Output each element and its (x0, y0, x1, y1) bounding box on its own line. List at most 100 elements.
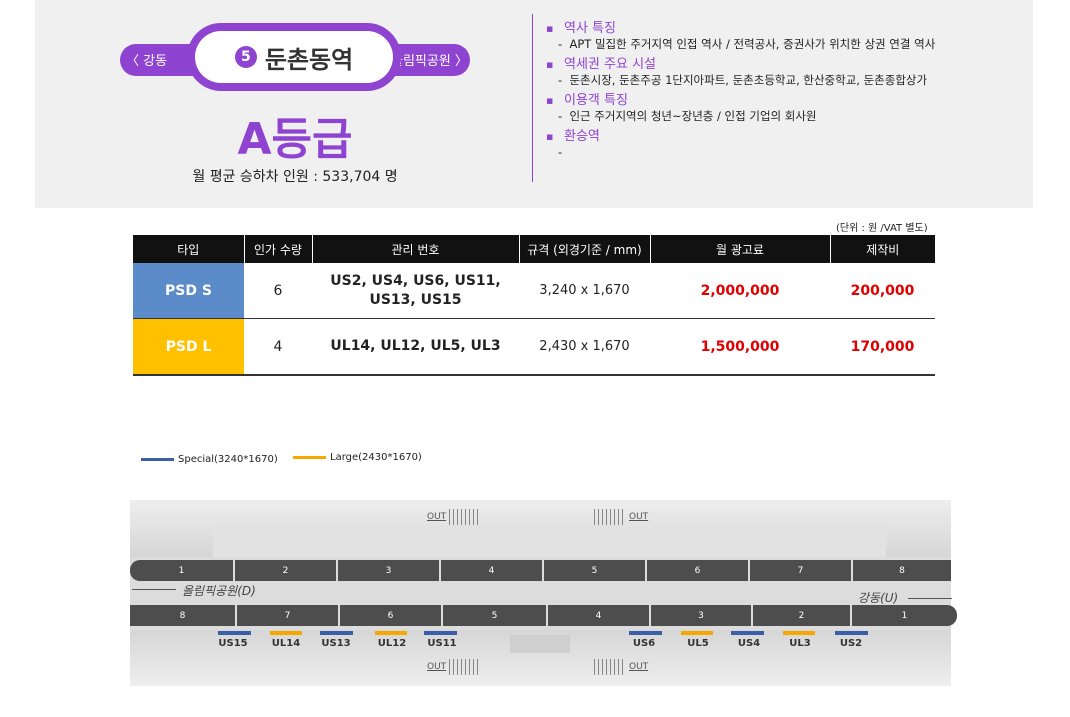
type-cell: PSD S (133, 263, 244, 319)
table-row: PSD L 4 UL14, UL12, UL5, UL3 2,430 x 1,6… (133, 318, 935, 376)
feature-title: 환승역 (564, 129, 600, 144)
col-header-count: 인가 수량 (244, 235, 313, 263)
psd-marker[interactable] (681, 631, 713, 635)
feature-title: 이용객 특징 (564, 93, 628, 108)
exit-bottom-right: OUT (594, 659, 651, 675)
psd-label: US11 (427, 638, 457, 649)
car-top-8: 8 (853, 560, 951, 581)
upper-concourse (213, 526, 886, 557)
psd-label: UL14 (271, 638, 301, 649)
direction-right-label: 강동(U) (858, 591, 899, 605)
bullet-icon: ▪ (546, 22, 554, 35)
bullet-icon: ▪ (546, 130, 554, 143)
exit-top-left: OUT (424, 509, 482, 525)
stairs-icon (594, 509, 626, 525)
arrow-left-icon (132, 589, 176, 590)
count-cell: 4 (244, 318, 312, 376)
psd-marker[interactable] (270, 631, 302, 635)
exit-label: OUT (427, 512, 447, 522)
psd-marker[interactable] (424, 631, 457, 635)
codes-line: US13, US15 (369, 291, 462, 308)
psd-label: US15 (218, 638, 248, 649)
station-name: 둔촌동역 (264, 45, 354, 74)
car-top-5: 5 (544, 560, 645, 581)
table-row: PSD S 6 US2, US4, US6, US11, US13, US15 … (133, 263, 935, 319)
feature-station: ▪ 역사 특징 - APT 밀집한 주거지역 인접 역사 / 전력공사, 증권사가… (546, 20, 1016, 52)
feature-desc: 둔촌시장, 둔촌주공 1단지아파트, 둔촌초등학교, 한산중학교, 둔촌종합상가 (569, 73, 928, 87)
car-top-1: 1 (130, 560, 233, 581)
ridership-label: 월 평균 승하차 인원 : (192, 169, 318, 185)
psd-marker[interactable] (835, 631, 868, 635)
exit-label: OUT (629, 512, 649, 522)
dash-icon: - (558, 145, 563, 159)
car-bottom-2: 2 (753, 605, 850, 626)
legend-swatch-special (141, 458, 174, 461)
stairs-icon (449, 659, 482, 675)
psd-marker[interactable] (629, 631, 662, 635)
pricing-table: 타입 인가 수량 관리 번호 규격 (외경기준 / mm) 월 광고료 제작비 … (133, 235, 935, 376)
bullet-icon: ▪ (546, 94, 554, 107)
car-top-6: 6 (647, 560, 748, 581)
feature-passengers: ▪ 이용객 특징 - 인근 주거지역의 청년~장년층 / 인접 기업의 회사원 (546, 92, 1016, 124)
dash-icon: - (558, 73, 563, 87)
dash-icon: - (558, 109, 563, 123)
exit-label: OUT (427, 662, 447, 672)
feature-transfer: ▪ 환승역 - (546, 128, 1016, 160)
exit-bottom-left: OUT (424, 659, 482, 675)
psd-marker[interactable] (218, 631, 251, 635)
fee-cell: 2,000,000 (650, 263, 830, 319)
psd-marker[interactable] (320, 631, 353, 635)
exit-label: OUT (629, 662, 649, 672)
psd-label: US2 (839, 638, 863, 649)
feature-facilities: ▪ 역세권 주요 시설 - 둔촌시장, 둔촌주공 1단지아파트, 둔촌초등학교, … (546, 56, 1016, 88)
legend-special: Special(3240*1670) (141, 454, 278, 465)
count-cell: 6 (244, 263, 312, 319)
bullet-icon: ▪ (546, 58, 554, 71)
legend-swatch-large (293, 456, 326, 459)
ridership-text: 월 평균 승하차 인원 : 533,704 명 (150, 166, 440, 186)
psd-marker[interactable] (731, 631, 764, 635)
feature-desc: APT 밀집한 주거지역 인접 역사 / 전력공사, 증권사가 위치한 상권 연… (569, 37, 936, 51)
legend-label: Large(2430*1670) (330, 452, 422, 463)
car-bottom-1: 1 (852, 605, 957, 626)
car-bottom-7: 7 (237, 605, 338, 626)
production-cell: 200,000 (830, 263, 935, 319)
station-grade: A등급 (237, 114, 353, 165)
col-header-production: 제작비 (830, 235, 935, 263)
table-header-row: 타입 인가 수량 관리 번호 규격 (외경기준 / mm) 월 광고료 제작비 (133, 235, 935, 263)
direction-left-label: 올림픽공원(D) (182, 584, 256, 598)
spec-cell: 2,430 x 1,670 (519, 318, 650, 376)
dash-icon: - (558, 37, 563, 51)
car-top-3: 3 (338, 560, 439, 581)
lower-gap (510, 635, 570, 653)
col-header-type: 타입 (133, 235, 245, 263)
exit-top-right: OUT (594, 509, 651, 525)
car-bottom-5: 5 (443, 605, 546, 626)
prev-station-label[interactable]: 〈 강동 (126, 50, 167, 69)
feature-title: 역사 특징 (564, 21, 616, 36)
psd-label: US6 (632, 638, 656, 649)
ridership-value: 533,704 명 (322, 169, 398, 185)
car-bottom-6: 6 (340, 605, 441, 626)
next-station-label[interactable]: 올림픽공원 〉 (391, 50, 468, 69)
car-top-4: 4 (441, 560, 542, 581)
legend-large: Large(2430*1670) (293, 452, 422, 463)
car-top-2: 2 (235, 560, 336, 581)
fee-cell: 1,500,000 (650, 318, 830, 376)
car-bottom-4: 4 (548, 605, 649, 626)
feature-title: 역세권 주요 시설 (564, 57, 656, 72)
codes-line: US2, US4, US6, US11, (330, 272, 501, 289)
car-bottom-8: 8 (130, 605, 235, 626)
production-cell: 170,000 (830, 318, 935, 376)
panel-divider (532, 14, 533, 182)
arrow-right-icon (908, 598, 952, 599)
col-header-fee: 월 광고료 (650, 235, 831, 263)
codes-cell: UL14, UL12, UL5, UL3 (312, 318, 519, 376)
codes-cell: US2, US4, US6, US11, US13, US15 (312, 263, 519, 319)
psd-marker[interactable] (375, 631, 407, 635)
col-header-spec: 규격 (외경기준 / mm) (519, 235, 651, 263)
psd-marker[interactable] (783, 631, 815, 635)
station-number-icon: 5 (234, 46, 257, 68)
spec-cell: 3,240 x 1,670 (519, 263, 650, 319)
station-features: ▪ 역사 특징 - APT 밀집한 주거지역 인접 역사 / 전력공사, 증권사가… (546, 20, 1016, 164)
